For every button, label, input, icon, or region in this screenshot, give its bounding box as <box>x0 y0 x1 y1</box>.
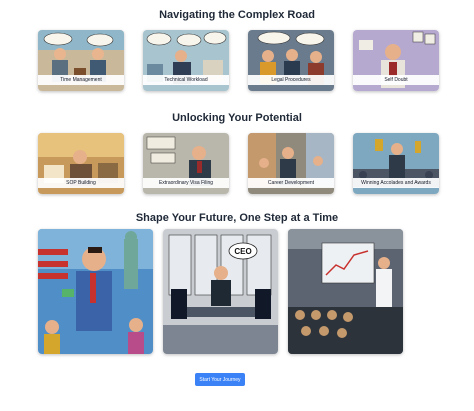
future-gallery: CEO <box>38 229 404 354</box>
card-caption: Winning Accolades and Awards <box>353 178 439 188</box>
start-journey-button[interactable]: Start Your Journey <box>195 373 245 386</box>
card-caption: Technical Workload <box>143 75 229 85</box>
card-self-doubt[interactable]: Self Doubt <box>353 30 439 91</box>
card-extraordinary-visa-filing[interactable]: Extraordinary Visa Filing <box>143 133 229 194</box>
card-legal-procedures[interactable]: Legal Procedures <box>248 30 334 91</box>
card-career-development[interactable]: Career Development <box>248 133 334 194</box>
card-caption: Career Development <box>248 178 334 188</box>
card-technical-workload[interactable]: Technical Workload <box>143 30 229 91</box>
future-image-ceo[interactable]: CEO <box>163 229 278 354</box>
card-caption: Extraordinary Visa Filing <box>143 178 229 188</box>
card-caption: Time Management <box>38 75 124 85</box>
section-title-potential: Unlocking Your Potential <box>172 112 302 124</box>
card-sop-building[interactable]: SOP Building <box>38 133 124 194</box>
conference-presentation-image <box>288 229 403 354</box>
future-image-presentation[interactable] <box>288 229 403 354</box>
statue-of-liberty-success-image <box>38 229 153 354</box>
card-winning-accolades[interactable]: Winning Accolades and Awards <box>353 133 439 194</box>
card-time-management[interactable]: Time Management <box>38 30 124 91</box>
ceo-boardroom-image: CEO <box>163 229 278 354</box>
future-image-success[interactable] <box>38 229 153 354</box>
card-caption: SOP Building <box>38 178 124 188</box>
section-title-future: Shape Your Future, One Step at a Time <box>135 212 339 224</box>
challenges-grid: Time Management Technical Workload Legal <box>38 30 439 91</box>
potential-grid: SOP Building Extraordinary Visa Filing C… <box>38 133 439 194</box>
card-caption: Legal Procedures <box>248 75 334 85</box>
card-caption: Self Doubt <box>353 75 439 85</box>
section-title-challenges: Navigating the Complex Road <box>159 9 315 21</box>
ceo-speech-bubble-text: CEO <box>234 247 251 256</box>
